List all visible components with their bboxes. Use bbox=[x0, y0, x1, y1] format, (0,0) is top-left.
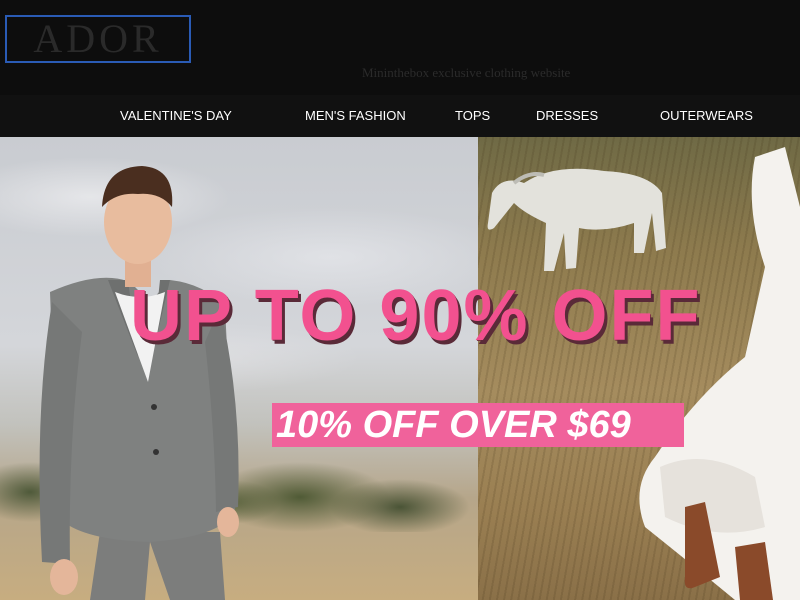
nav-item-outerwears[interactable]: OUTERWEARS bbox=[660, 95, 753, 137]
nav-item-mens-fashion[interactable]: MEN'S FASHION bbox=[305, 95, 406, 137]
male-model-image bbox=[39, 166, 239, 600]
site-tagline: Mininthebox exclusive clothing website bbox=[362, 65, 571, 80]
promo-offer-text: 10% OFF OVER $69 bbox=[276, 404, 631, 446]
site-logo[interactable]: ADOR bbox=[5, 15, 191, 63]
nav-item-dresses[interactable]: DRESSES bbox=[536, 95, 598, 137]
sale-headline: UP TO 90% OFF bbox=[130, 276, 702, 356]
woman-in-white-dress-image bbox=[639, 147, 800, 600]
nav-item-valentines-day[interactable]: VALENTINE'S DAY bbox=[120, 95, 232, 137]
site-header: ADOR Mininthebox exclusive clothing webs… bbox=[0, 0, 800, 95]
main-nav: VALENTINE'S DAY MEN'S FASHION TOPS DRESS… bbox=[0, 95, 800, 137]
promo-banner[interactable]: UP TO 90% OFF 10% OFF OVER $69 bbox=[0, 137, 800, 600]
logo-text: ADOR bbox=[33, 16, 163, 61]
nav-item-tops[interactable]: TOPS bbox=[455, 95, 490, 137]
banner-left-photo bbox=[0, 137, 478, 600]
